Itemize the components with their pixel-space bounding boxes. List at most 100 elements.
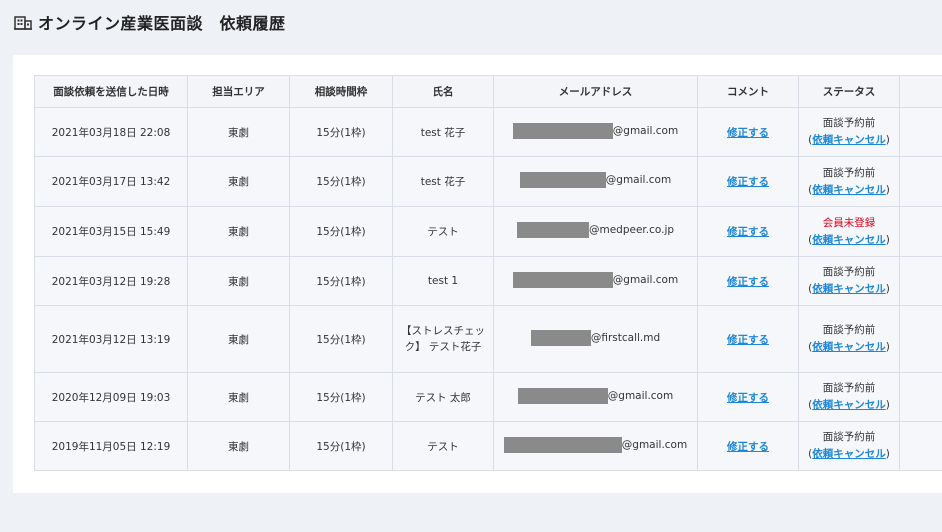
cell-datetime: 2021年03月12日 19:28	[34, 256, 188, 306]
edit-comment-link[interactable]: 修正する	[727, 334, 769, 346]
email-suffix: @gmail.com	[605, 174, 672, 186]
cell-datetime: 2021年03月17日 13:42	[34, 156, 188, 207]
cell-status: 面談予約前 (依頼キャンセル)	[798, 372, 900, 422]
cell-extra	[899, 372, 942, 422]
cell-email: @medpeer.co.jp	[493, 206, 698, 257]
cell-area: 東劇	[187, 421, 290, 471]
cell-slot: 15分(1枠)	[289, 107, 393, 157]
redacted-block	[503, 436, 622, 453]
redacted-block	[517, 387, 608, 404]
cell-slot: 15分(1枠)	[289, 305, 393, 373]
cell-area: 東劇	[187, 372, 290, 422]
cell-area: 東劇	[187, 156, 290, 207]
cancel-request-link[interactable]: 依頼キャンセル	[812, 234, 886, 246]
history-card: 面談依頼を送信した日時 担当エリア 相談時間枠 氏名 メールアドレス コメント …	[13, 55, 942, 493]
cancel-request-link[interactable]: 依頼キャンセル	[812, 184, 886, 196]
redacted-block	[519, 172, 606, 188]
header-status: ステータス	[798, 75, 900, 108]
cell-comment: 修正する	[697, 421, 799, 471]
redacted-block	[530, 329, 591, 346]
header-extra	[899, 75, 942, 108]
table-row: 2021年03月17日 13:42 東劇 15分(1枠) test 花子 @gm…	[34, 156, 942, 207]
status-text: 面談予約前	[822, 266, 876, 278]
status-text: 会員未登録	[822, 216, 876, 229]
cell-comment: 修正する	[697, 256, 799, 306]
edit-comment-link[interactable]: 修正する	[727, 441, 769, 453]
cell-comment: 修正する	[697, 107, 799, 157]
cell-slot: 15分(1枠)	[289, 256, 393, 306]
cell-extra	[899, 107, 942, 157]
header-datetime: 面談依頼を送信した日時	[34, 75, 188, 108]
request-history-table: 面談依頼を送信した日時 担当エリア 相談時間枠 氏名 メールアドレス コメント …	[34, 75, 942, 471]
email-suffix: @gmail.com	[621, 438, 688, 451]
cell-name: テスト	[392, 206, 494, 257]
header-slot: 相談時間枠	[289, 75, 393, 108]
status-text: 面談予約前	[822, 117, 876, 129]
cell-comment: 修正する	[697, 206, 799, 257]
cell-name: test 1	[392, 256, 494, 306]
cancel-request-link[interactable]: 依頼キャンセル	[812, 283, 886, 295]
page-title: オンライン産業医面談 依頼履歴	[38, 14, 286, 33]
cell-comment: 修正する	[697, 156, 799, 207]
table-row: 2021年03月15日 15:49 東劇 15分(1枠) テスト @medpee…	[34, 206, 942, 257]
cell-datetime: 2020年12月09日 19:03	[34, 372, 188, 422]
cell-email: @gmail.com	[493, 156, 698, 207]
building-icon	[14, 14, 32, 30]
cancel-request-link[interactable]: 依頼キャンセル	[812, 448, 886, 460]
cell-name: テスト	[392, 421, 494, 471]
cell-area: 東劇	[187, 206, 290, 257]
cell-email: @gmail.com	[493, 421, 698, 471]
cell-slot: 15分(1枠)	[289, 421, 393, 471]
header-name: 氏名	[392, 75, 494, 108]
header-comment: コメント	[697, 75, 799, 108]
cell-comment: 修正する	[697, 372, 799, 422]
email-suffix: @medpeer.co.jp	[588, 224, 675, 236]
page-header: オンライン産業医面談 依頼履歴	[14, 10, 286, 34]
table-row: 2021年03月12日 19:28 東劇 15分(1枠) test 1 @gma…	[34, 256, 942, 306]
cell-datetime: 2021年03月12日 13:19	[34, 305, 188, 373]
table-row: 2021年03月18日 22:08 東劇 15分(1枠) test 花子 @gm…	[34, 107, 942, 157]
cell-datetime: 2021年03月15日 15:49	[34, 206, 188, 257]
cell-status: 面談予約前 (依頼キャンセル)	[798, 107, 900, 157]
status-text: 面談予約前	[822, 324, 876, 336]
cancel-request-link[interactable]: 依頼キャンセル	[812, 399, 886, 411]
cell-status: 会員未登録 (依頼キャンセル)	[798, 206, 900, 257]
edit-comment-link[interactable]: 修正する	[727, 392, 769, 404]
cell-datetime: 2021年03月18日 22:08	[34, 107, 188, 157]
cell-slot: 15分(1枠)	[289, 156, 393, 207]
edit-comment-link[interactable]: 修正する	[727, 176, 769, 188]
redacted-block	[512, 271, 613, 288]
status-text: 面談予約前	[822, 431, 876, 443]
cell-name: テスト 太郎	[392, 372, 494, 422]
edit-comment-link[interactable]: 修正する	[727, 276, 769, 288]
cell-slot: 15分(1枠)	[289, 206, 393, 257]
cell-email: @gmail.com	[493, 107, 698, 157]
edit-comment-link[interactable]: 修正する	[727, 226, 769, 238]
redacted-block	[512, 122, 613, 139]
cancel-request-link[interactable]: 依頼キャンセル	[812, 341, 886, 353]
cell-extra	[899, 206, 942, 257]
cell-email: @firstcall.md	[493, 305, 698, 373]
status-text: 面談予約前	[822, 166, 876, 179]
cell-datetime: 2019年11月05日 12:19	[34, 421, 188, 471]
cell-area: 東劇	[187, 107, 290, 157]
edit-comment-link[interactable]: 修正する	[727, 127, 769, 139]
cell-extra	[899, 156, 942, 207]
email-suffix: @gmail.com	[607, 389, 674, 402]
cell-name: test 花子	[392, 107, 494, 157]
email-suffix: @gmail.com	[612, 273, 679, 286]
cell-email: @gmail.com	[493, 372, 698, 422]
cell-status: 面談予約前 (依頼キャンセル)	[798, 256, 900, 306]
header-area: 担当エリア	[187, 75, 290, 108]
cell-name: 【ストレスチェック】 テスト花子	[392, 305, 494, 373]
cell-comment: 修正する	[697, 305, 799, 373]
cell-slot: 15分(1枠)	[289, 372, 393, 422]
cell-extra	[899, 305, 942, 373]
cancel-request-link[interactable]: 依頼キャンセル	[812, 134, 886, 146]
status-text: 面談予約前	[822, 382, 876, 394]
cell-email: @gmail.com	[493, 256, 698, 306]
table-row: 2021年03月12日 13:19 東劇 15分(1枠) 【ストレスチェック】 …	[34, 305, 942, 373]
cell-name: test 花子	[392, 156, 494, 207]
header-email: メールアドレス	[493, 75, 698, 108]
cell-status: 面談予約前 (依頼キャンセル)	[798, 421, 900, 471]
